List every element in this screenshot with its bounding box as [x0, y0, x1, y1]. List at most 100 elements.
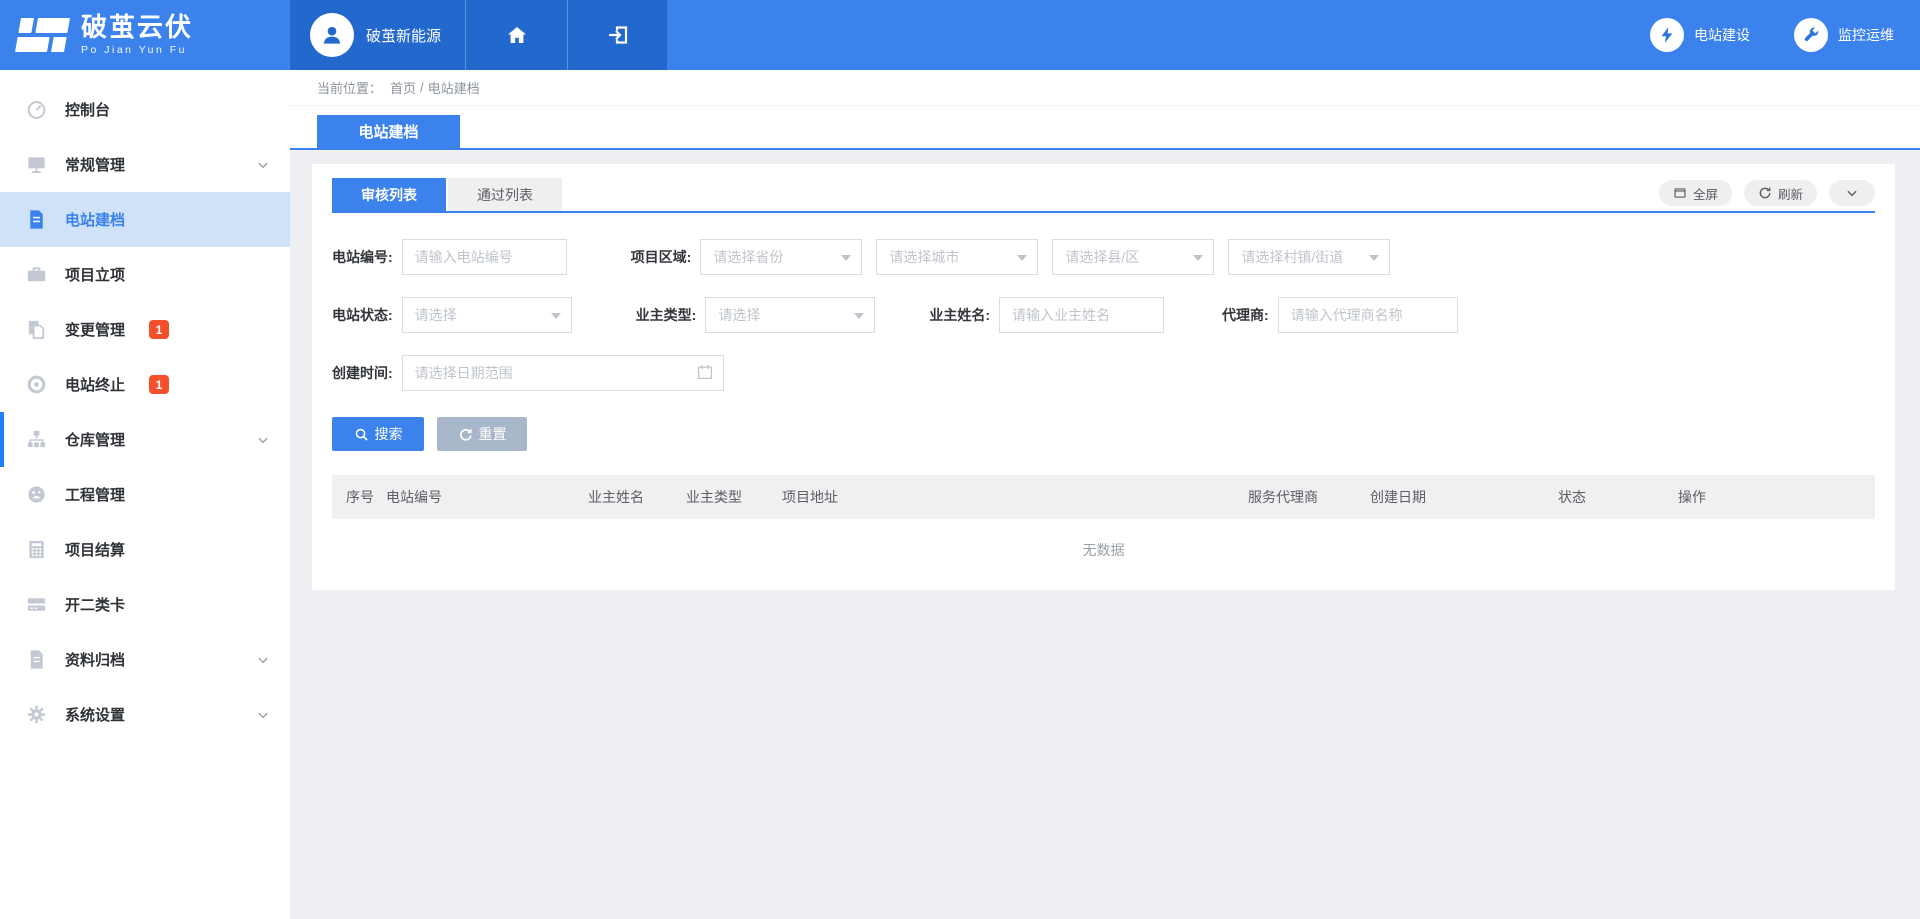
breadcrumb-home[interactable]: 首页: [390, 78, 416, 97]
dashboard-icon: [25, 483, 48, 506]
agent-input[interactable]: [1278, 297, 1458, 333]
city-select[interactable]: 请选择城市: [876, 239, 1038, 275]
empty-state: 无数据: [332, 519, 1875, 581]
lightning-icon: [1657, 25, 1677, 45]
refresh-button[interactable]: 刷新: [1744, 180, 1817, 206]
sidebar: 控制台 常规管理 电站建档 项目立项 变更管理 1 电站终止 1: [0, 70, 290, 919]
field-label-station-status: 电站状态:: [332, 305, 393, 325]
logout-button[interactable]: [567, 0, 667, 70]
logo-icon: [15, 18, 70, 52]
reset-button[interactable]: 重置: [437, 417, 527, 451]
sidebar-item-station-termination[interactable]: 电站终止 1: [0, 357, 290, 412]
page-tab-strip: 电站建档: [290, 106, 1920, 150]
sidebar-item-general-mgmt[interactable]: 常规管理: [0, 137, 290, 192]
module-monitoring-ops[interactable]: 监控运维: [1794, 18, 1894, 52]
sidebar-item-open-type2-card[interactable]: 开二类卡: [0, 577, 290, 632]
module-station-construction[interactable]: 电站建设: [1650, 18, 1750, 52]
form-actions: 搜索 重置: [332, 417, 1875, 451]
sidebar-item-engineering-mgmt[interactable]: 工程管理: [0, 467, 290, 522]
county-select[interactable]: 请选择县/区: [1052, 239, 1214, 275]
briefcase-icon: [25, 263, 48, 286]
user-menu[interactable]: 破茧新能源: [290, 0, 465, 70]
home-button[interactable]: [465, 0, 567, 70]
table-header: 序号 电站编号 业主姓名 业主类型 项目地址 服务代理商 创建日期 状态 操作: [332, 475, 1875, 519]
company-name: 破茧新能源: [366, 25, 441, 46]
search-button[interactable]: 搜索: [332, 417, 424, 451]
chevron-down-icon: [256, 433, 270, 447]
badge-count: 1: [149, 375, 169, 394]
station-status-select[interactable]: 请选择: [402, 297, 572, 333]
field-label-owner-name: 业主姓名:: [929, 305, 990, 325]
search-icon: [354, 427, 369, 442]
province-select[interactable]: 请选择省份: [700, 239, 862, 275]
gear-icon: [25, 703, 48, 726]
date-range-input[interactable]: [402, 355, 724, 391]
home-icon: [505, 23, 529, 47]
page-tab-station-filing[interactable]: 电站建档: [317, 115, 460, 148]
app-subtitle: Po Jian Yun Fu: [81, 45, 193, 56]
wrench-icon: [1801, 25, 1821, 45]
monitor-icon: [25, 153, 48, 176]
copy-files-icon: [25, 318, 48, 341]
main-area: 当前位置： 首页 / 电站建档 电站建档 审核列表 通过列表 全屏 刷新: [290, 70, 1920, 919]
caret-down-icon: [1369, 255, 1379, 261]
col-station-no: 电站编号: [386, 487, 588, 507]
top-bar: 破茧云伏 Po Jian Yun Fu 破茧新能源: [0, 0, 1920, 70]
filter-form: 电站编号: 项目区域: 请选择省份 请选择城市 请选择县/区 请选择村镇/街道 …: [332, 239, 1875, 391]
col-service-agent: 服务代理商: [1248, 487, 1370, 507]
badge-count: 1: [149, 320, 169, 339]
panel-tabs: 审核列表 通过列表 全屏 刷新: [332, 164, 1875, 213]
chevron-down-icon: [256, 653, 270, 667]
chevron-down-icon: [256, 708, 270, 722]
breadcrumb-current: 电站建档: [428, 78, 480, 97]
calculator-icon: [25, 538, 48, 561]
field-label-created-time: 创建时间:: [332, 363, 393, 383]
content-card: 审核列表 通过列表 全屏 刷新 电站编号:: [312, 164, 1895, 590]
target-icon: [25, 373, 48, 396]
sidebar-item-system-settings[interactable]: 系统设置: [0, 687, 290, 742]
sidebar-item-project-settlement[interactable]: 项目结算: [0, 522, 290, 577]
col-created-date: 创建日期: [1370, 487, 1558, 507]
user-avatar[interactable]: [310, 13, 354, 57]
col-owner-name: 业主姓名: [588, 487, 686, 507]
village-select[interactable]: 请选择村镇/街道: [1228, 239, 1390, 275]
caret-down-icon: [841, 255, 851, 261]
owner-name-input[interactable]: [999, 297, 1164, 333]
owner-type-select[interactable]: 请选择: [705, 297, 875, 333]
station-no-input[interactable]: [402, 239, 567, 275]
sidebar-item-document-archive[interactable]: 资料归档: [0, 632, 290, 687]
gauge-icon: [25, 98, 48, 121]
sitemap-icon: [25, 428, 48, 451]
chevron-down-icon: [1845, 186, 1859, 200]
module-label: 监控运维: [1838, 25, 1894, 45]
tab-review-list[interactable]: 审核列表: [332, 178, 446, 211]
chevron-down-icon: [256, 158, 270, 172]
field-label-owner-type: 业主类型:: [636, 305, 697, 325]
tab-passed-list[interactable]: 通过列表: [448, 178, 562, 211]
document-icon: [25, 208, 48, 231]
breadcrumb-separator: /: [420, 80, 424, 95]
sidebar-item-station-filing[interactable]: 电站建档: [0, 192, 290, 247]
calendar-icon: [696, 363, 714, 381]
caret-down-icon: [854, 313, 864, 319]
sidebar-item-warehouse-mgmt[interactable]: 仓库管理: [0, 412, 290, 467]
caret-down-icon: [1193, 255, 1203, 261]
app-logo: 破茧云伏 Po Jian Yun Fu: [0, 0, 290, 70]
sidebar-item-project-initiation[interactable]: 项目立项: [0, 247, 290, 302]
field-label-region: 项目区域:: [631, 247, 692, 267]
col-owner-type: 业主类型: [686, 487, 782, 507]
sidebar-item-change-mgmt[interactable]: 变更管理 1: [0, 302, 290, 357]
fullscreen-button[interactable]: 全屏: [1659, 180, 1732, 206]
sidebar-item-console[interactable]: 控制台: [0, 82, 290, 137]
col-status: 状态: [1558, 487, 1678, 507]
reset-icon: [458, 427, 473, 442]
card-icon: [25, 593, 48, 616]
collapse-toggle[interactable]: [1829, 180, 1875, 206]
fullscreen-icon: [1673, 186, 1687, 200]
login-arrow-icon: [606, 23, 630, 47]
breadcrumb-prefix: 当前位置：: [317, 78, 382, 97]
col-project-address: 项目地址: [782, 487, 1248, 507]
field-label-agent: 代理商:: [1222, 305, 1269, 325]
file-icon: [25, 648, 48, 671]
field-label-station-no: 电站编号:: [332, 247, 393, 267]
